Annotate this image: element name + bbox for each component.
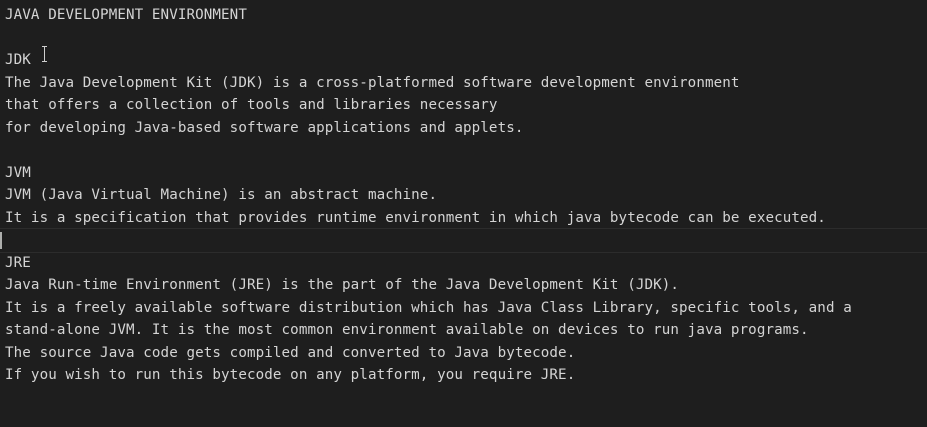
editor-line[interactable] [5, 27, 927, 50]
editor-line[interactable]: that offers a collection of tools and li… [5, 94, 927, 117]
text-ibeam-cursor-icon [41, 46, 49, 62]
editor-line[interactable]: stand-alone JVM. It is the most common e… [5, 319, 927, 342]
editor-line[interactable] [5, 139, 927, 162]
editor-line[interactable]: It is a freely available software distri… [5, 297, 927, 320]
editor-line[interactable]: Java Run-time Environment (JRE) is the p… [5, 274, 927, 297]
editor-line[interactable]: JVM (Java Virtual Machine) is an abstrac… [5, 184, 927, 207]
editor-line[interactable]: JDK [5, 49, 927, 72]
editor-line[interactable]: The source Java code gets compiled and c… [5, 342, 927, 365]
editor-content[interactable]: JAVA DEVELOPMENT ENVIRONMENT JDK The Jav… [0, 4, 927, 387]
editor-line[interactable]: If you wish to run this bytecode on any … [5, 364, 927, 387]
editor-line[interactable]: The Java Development Kit (JDK) is a cros… [5, 72, 927, 95]
editor-line[interactable]: for developing Java-based software appli… [5, 117, 927, 140]
editor-line[interactable]: JVM [5, 162, 927, 185]
text-cursor [0, 232, 2, 249]
editor-line[interactable]: JRE [5, 252, 927, 275]
editor-line[interactable]: It is a specification that provides runt… [5, 207, 927, 230]
editor-current-line[interactable] [0, 229, 927, 252]
editor-line[interactable]: JAVA DEVELOPMENT ENVIRONMENT [5, 4, 927, 27]
text-editor[interactable]: JAVA DEVELOPMENT ENVIRONMENT JDK The Jav… [0, 0, 927, 427]
